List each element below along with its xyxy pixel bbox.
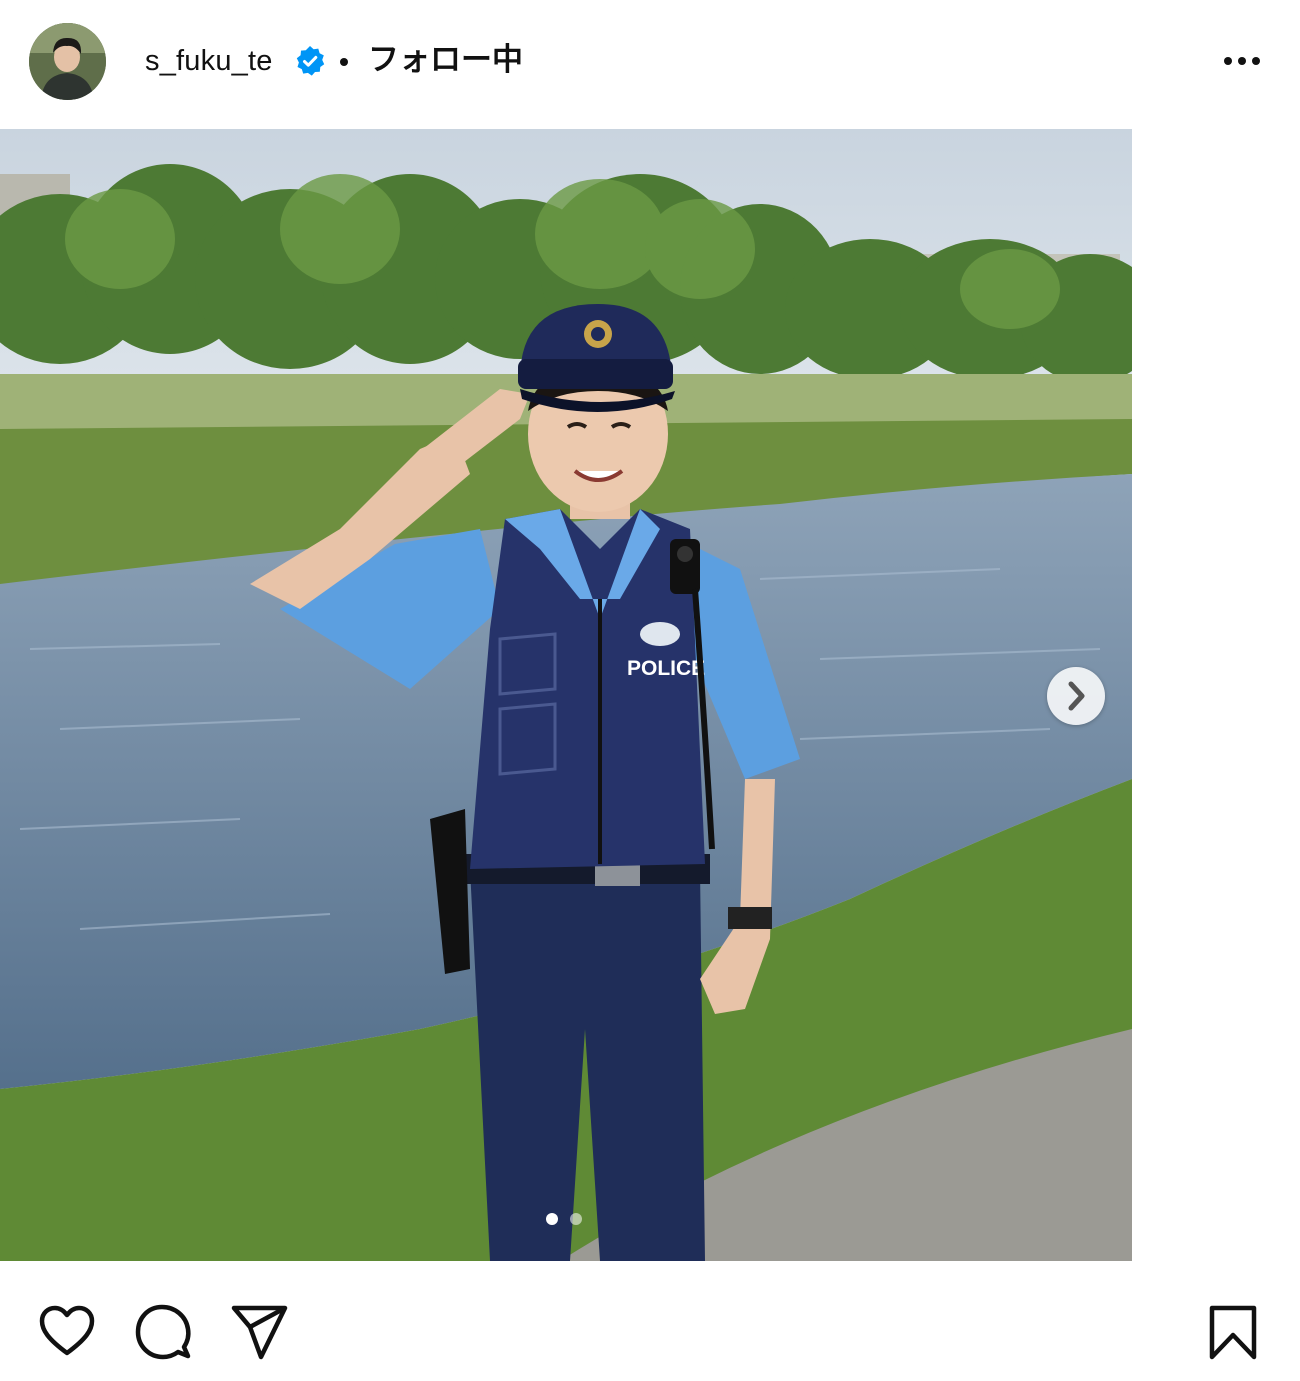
following-button[interactable]: フォロー中 — [368, 40, 523, 80]
comment-icon — [135, 1304, 191, 1360]
profile-avatar[interactable] — [29, 23, 106, 100]
carousel-next-button[interactable] — [1047, 667, 1105, 725]
bookmark-icon — [1209, 1305, 1257, 1360]
vest-police-text: POLICE — [627, 657, 705, 680]
more-horizontal-icon[interactable] — [1220, 46, 1264, 76]
send-icon — [231, 1305, 288, 1360]
save-button[interactable] — [1204, 1303, 1262, 1361]
separator-dot — [340, 58, 348, 66]
post-image[interactable]: POLICE — [0, 129, 1132, 1261]
chevron-right-icon — [1068, 681, 1085, 711]
share-button[interactable] — [230, 1303, 288, 1361]
carousel-indicator — [546, 1212, 594, 1225]
username[interactable]: s_fuku_te — [145, 42, 273, 80]
like-button[interactable] — [38, 1303, 96, 1361]
comment-button[interactable] — [134, 1303, 192, 1361]
carousel-dot-active — [546, 1213, 558, 1225]
verified-badge-icon — [296, 46, 325, 76]
heart-icon — [39, 1305, 95, 1356]
carousel-dot — [570, 1213, 582, 1225]
